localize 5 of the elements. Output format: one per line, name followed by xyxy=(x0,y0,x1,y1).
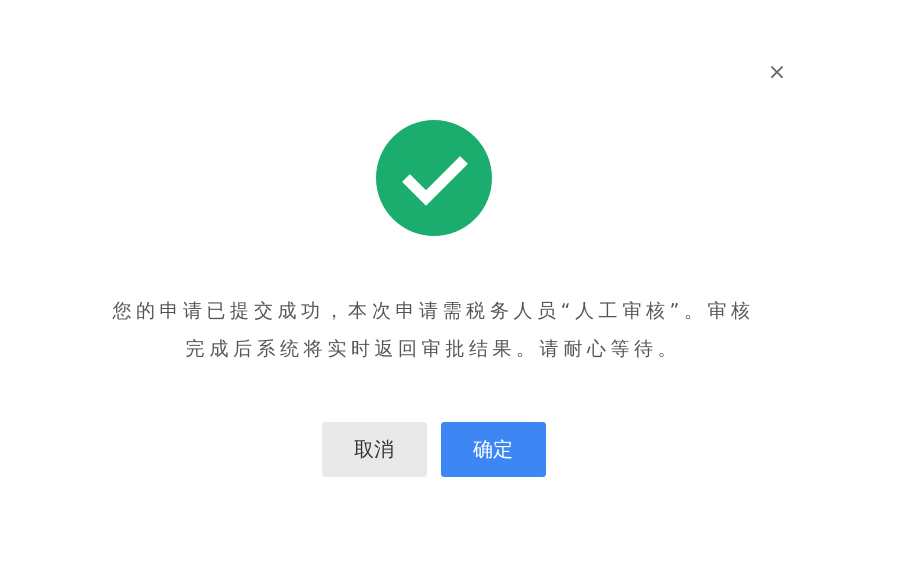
success-message: 您的申请已提交成功，本次申请需税务人员“人工审核”。审核完成后系统将实时返回审批结果。请耐心等待。 xyxy=(111,299,756,362)
check-circle-icon xyxy=(376,120,492,236)
cancel-button[interactable]: 取消 xyxy=(322,422,426,477)
close-button[interactable]: × xyxy=(767,58,787,88)
confirm-button[interactable]: 确定 xyxy=(440,422,546,477)
